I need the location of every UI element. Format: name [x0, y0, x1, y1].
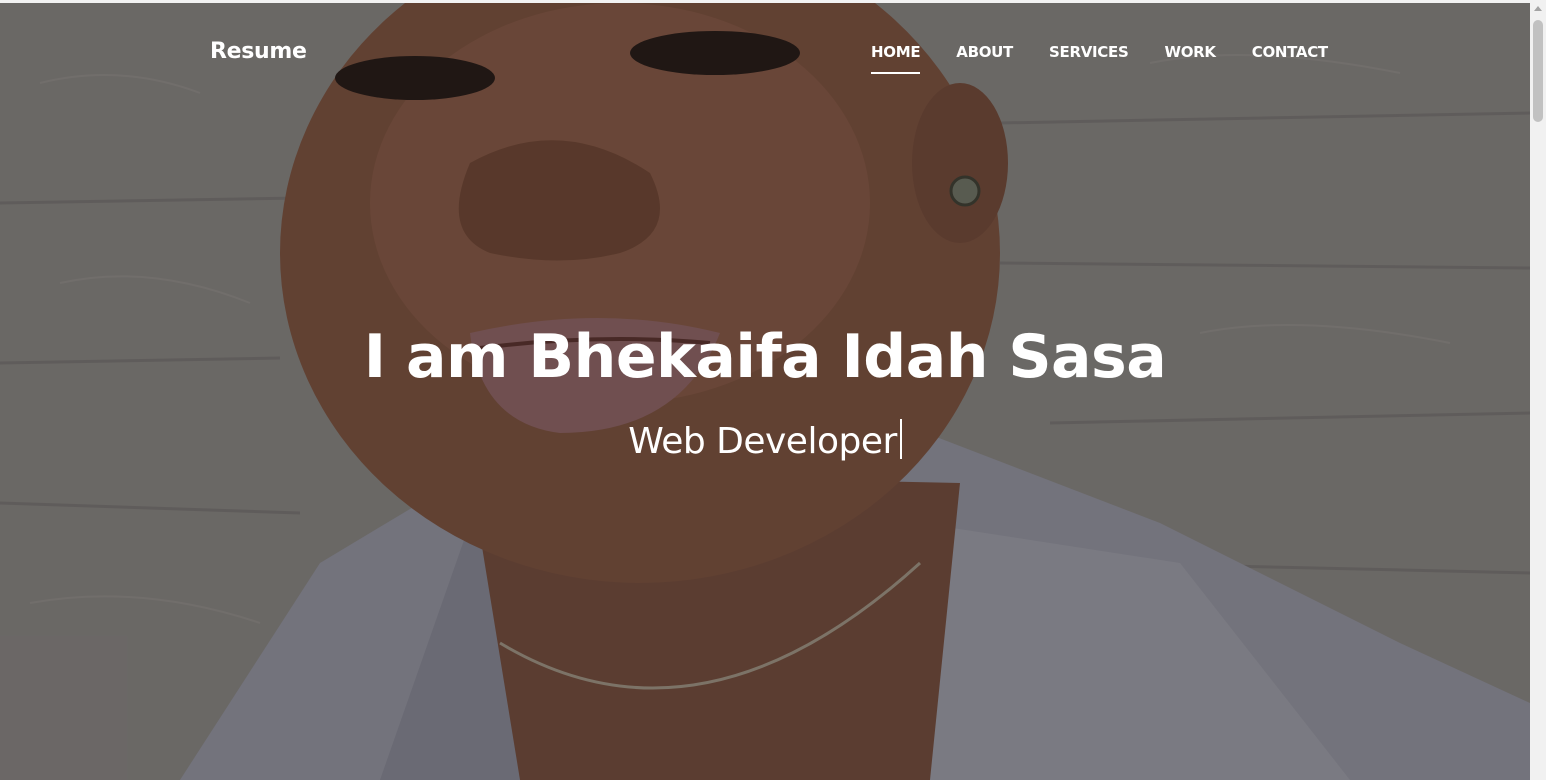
- nav-link-about[interactable]: ABOUT: [938, 43, 1031, 61]
- hero-title: I am Bhekaifa Idah Sasa: [363, 322, 1167, 392]
- hero-section: Resume HOME ABOUT SERVICES WORK CONTACT: [0, 3, 1530, 780]
- navbar: Resume HOME ABOUT SERVICES WORK CONTACT: [0, 3, 1530, 103]
- scrollbar-thumb[interactable]: [1533, 20, 1543, 122]
- nav-item-home: HOME: [853, 43, 938, 74]
- nav-item-contact: CONTACT: [1234, 43, 1346, 61]
- scroll-up-arrow-icon[interactable]: [1534, 6, 1542, 11]
- nav-item-about: ABOUT: [938, 43, 1031, 61]
- nav-item-work: WORK: [1146, 43, 1233, 61]
- vertical-scrollbar[interactable]: [1530, 0, 1546, 780]
- nav-link-contact[interactable]: CONTACT: [1234, 43, 1346, 61]
- hero-subtitle: Web Developer: [628, 421, 897, 462]
- nav-item-services: SERVICES: [1031, 43, 1146, 61]
- typing-cursor: [899, 419, 902, 459]
- nav-link-home[interactable]: HOME: [853, 43, 938, 74]
- nav-link-services[interactable]: SERVICES: [1031, 43, 1146, 61]
- hero-subtitle-line: Web Developer: [0, 419, 1530, 464]
- nav-menu: HOME ABOUT SERVICES WORK CONTACT: [853, 43, 1346, 74]
- nav-link-work[interactable]: WORK: [1146, 43, 1233, 61]
- hero-text-block: I am Bhekaifa Idah Sasa Web Developer: [0, 321, 1530, 464]
- browser-viewport: Resume HOME ABOUT SERVICES WORK CONTACT: [0, 0, 1546, 780]
- brand-logo-link[interactable]: Resume: [210, 39, 307, 64]
